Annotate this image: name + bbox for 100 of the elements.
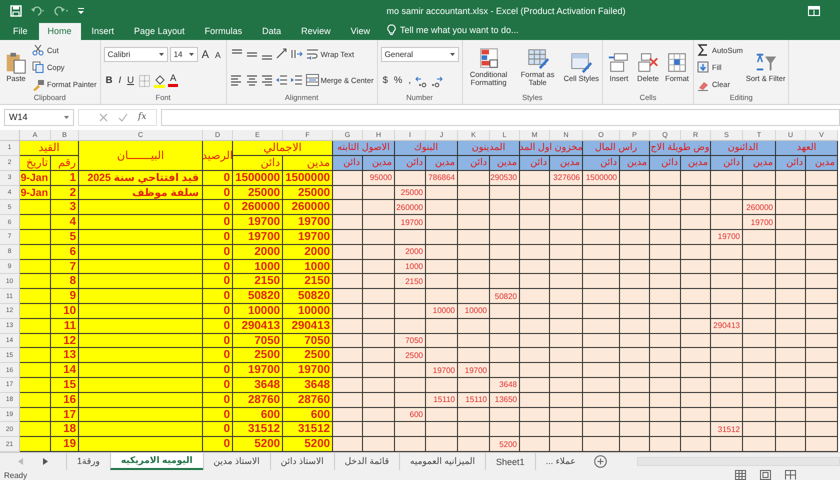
table-cell: 0 [203,378,233,393]
table-cell [620,304,650,319]
sheet-tab[interactable]: اليوميه الامريكيه [110,453,203,470]
redo-icon[interactable] [54,6,70,16]
ribbon-display-icon[interactable] [808,6,820,16]
header-cell: البيـــــــان [79,140,203,171]
customize-toolbar-icon[interactable] [78,6,84,15]
table-cell [363,408,395,422]
ribbon-tab[interactable]: Page Layout [125,22,194,40]
dropdown-field[interactable]: General [380,47,459,62]
align-left-icon[interactable] [230,73,243,88]
table-cell [520,334,550,348]
ribbon-tab[interactable]: Formulas [196,22,252,40]
ribbon-tab[interactable]: Data [253,22,290,40]
page-layout-icon[interactable] [760,470,771,480]
table-cell [681,408,711,422]
table-cell [711,215,743,230]
header-cell: مخزون اول المد [520,140,583,156]
table-cell [806,215,838,230]
ribbon-tab[interactable]: View [342,22,379,40]
save-icon[interactable] [10,4,22,17]
table-cell [363,274,395,290]
table-cell [650,215,681,230]
table-cell: سلفة موظف [79,186,203,200]
table-cell [711,437,743,452]
table-cell [520,392,550,408]
table-cell: 1000 [233,260,283,274]
check-icon[interactable] [118,112,128,122]
table-cell [490,408,520,422]
decrease-decimal-icon[interactable] [430,74,443,88]
shrink-font-button[interactable]: A [212,50,223,60]
table-cell [681,260,711,274]
table-cell [806,363,838,378]
table-cell [20,260,51,274]
table-cell [520,304,550,319]
header-cell: وض طويلة الاج [650,140,711,156]
table-cell [711,244,743,260]
table-cell: 25000 [283,186,333,200]
currency-button[interactable]: $ [380,75,390,86]
table-cell [743,170,776,186]
align-right-icon[interactable] [260,73,273,88]
table-cell: 2 [51,186,79,200]
table-cell [550,422,583,438]
undo-icon[interactable] [30,6,46,16]
formula-input[interactable] [161,108,840,126]
ribbon-tab[interactable]: Home [38,22,81,40]
table-cell: 15 [51,378,79,393]
table-cell [743,422,776,438]
table-cell [620,422,650,438]
dropdown-field[interactable]: 14 [170,47,198,62]
table-cell [776,215,806,230]
table-cell [681,230,711,245]
header-cell: الرصيد [203,140,233,171]
table-cell [776,274,806,290]
table-cell [681,289,711,304]
dropdown-field[interactable]: Calibri [104,47,168,62]
table-cell [490,230,520,245]
table-cell [490,348,520,364]
percent-button[interactable]: % [392,75,404,86]
table-cell [458,334,490,348]
decrease-indent-icon[interactable] [274,73,288,88]
insert-function-button[interactable]: fx [138,112,146,122]
paint-bucket-icon[interactable] [153,74,166,88]
ribbon-tab[interactable]: Review [292,22,340,40]
increase-decimal-icon[interactable] [414,74,428,88]
ribbon-tab[interactable]: File [4,22,37,40]
next-sheet-icon[interactable] [42,458,48,466]
table-cell [20,422,51,438]
italic-button[interactable]: I [116,75,124,86]
table-cell [583,230,620,245]
font-color-button[interactable]: A [168,74,178,88]
bold-button[interactable]: B [104,75,114,86]
increase-indent-icon[interactable] [290,73,303,88]
header-cell: مدين [550,156,583,171]
add-sheet-icon[interactable] [594,455,607,468]
table-cell [426,260,458,274]
underline-button[interactable]: U [125,75,136,86]
grow-font-button[interactable]: A [200,48,211,61]
table-cell [620,289,650,304]
table-cell: 19700 [395,215,426,230]
tell-me-field[interactable]: Tell me what you want to do... [381,24,556,40]
table-cell: 290413 [283,318,333,334]
table-cell [776,170,806,186]
status-text: Ready [4,470,28,480]
table-cell [458,260,490,274]
table-cell [20,334,51,348]
table-cell [806,274,838,290]
comma-style-button[interactable]: , [406,75,413,86]
table-cell [363,215,395,230]
page-break-icon[interactable] [785,470,796,480]
table-cell [395,437,426,452]
table-cell [363,244,395,260]
table-cell: 260000 [283,200,333,216]
table-cell [550,244,583,260]
name-box[interactable]: W14 [4,108,74,126]
normal-view-icon[interactable] [735,470,746,480]
table-cell: 3648 [233,378,283,393]
table-cell: 25000 [233,186,283,200]
ribbon-tab[interactable]: Insert [82,22,124,40]
align-center-icon[interactable] [244,73,258,88]
